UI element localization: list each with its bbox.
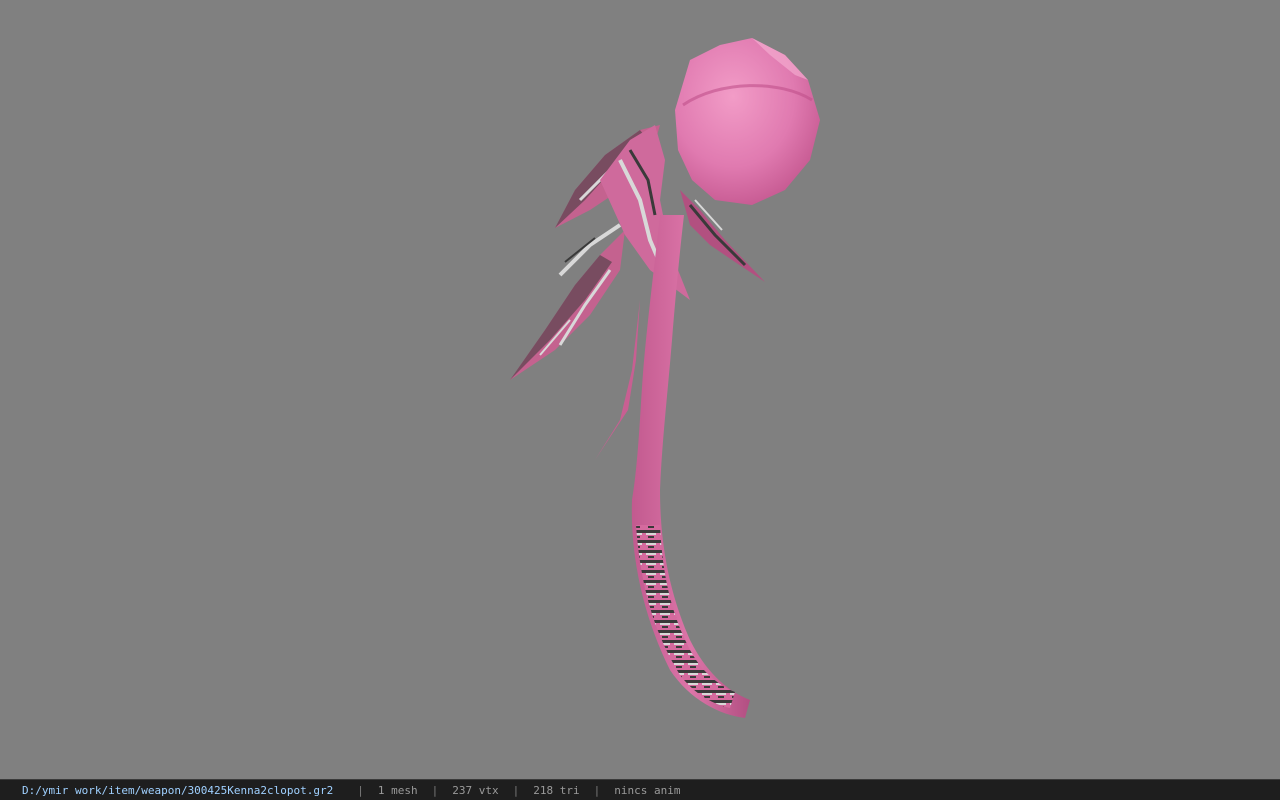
separator: | — [512, 783, 520, 797]
animation-status: nincs anim — [614, 783, 681, 797]
model-render — [510, 38, 820, 718]
left-lower-blade — [510, 230, 625, 380]
shaft — [595, 215, 750, 718]
mesh-count: 1 mesh — [377, 783, 418, 797]
orb — [675, 38, 820, 205]
vertex-count: 237 vtx — [452, 783, 499, 797]
3d-viewport[interactable] — [0, 0, 1280, 779]
triangle-count: 218 tri — [533, 783, 580, 797]
separator: | — [357, 783, 364, 797]
status-bar: D:/ymir work/item/weapon/300425Kenna2clo… — [0, 779, 1280, 800]
file-path: D:/ymir work/item/weapon/300425Kenna2clo… — [22, 783, 334, 797]
separator: | — [431, 783, 439, 797]
separator: | — [593, 783, 601, 797]
